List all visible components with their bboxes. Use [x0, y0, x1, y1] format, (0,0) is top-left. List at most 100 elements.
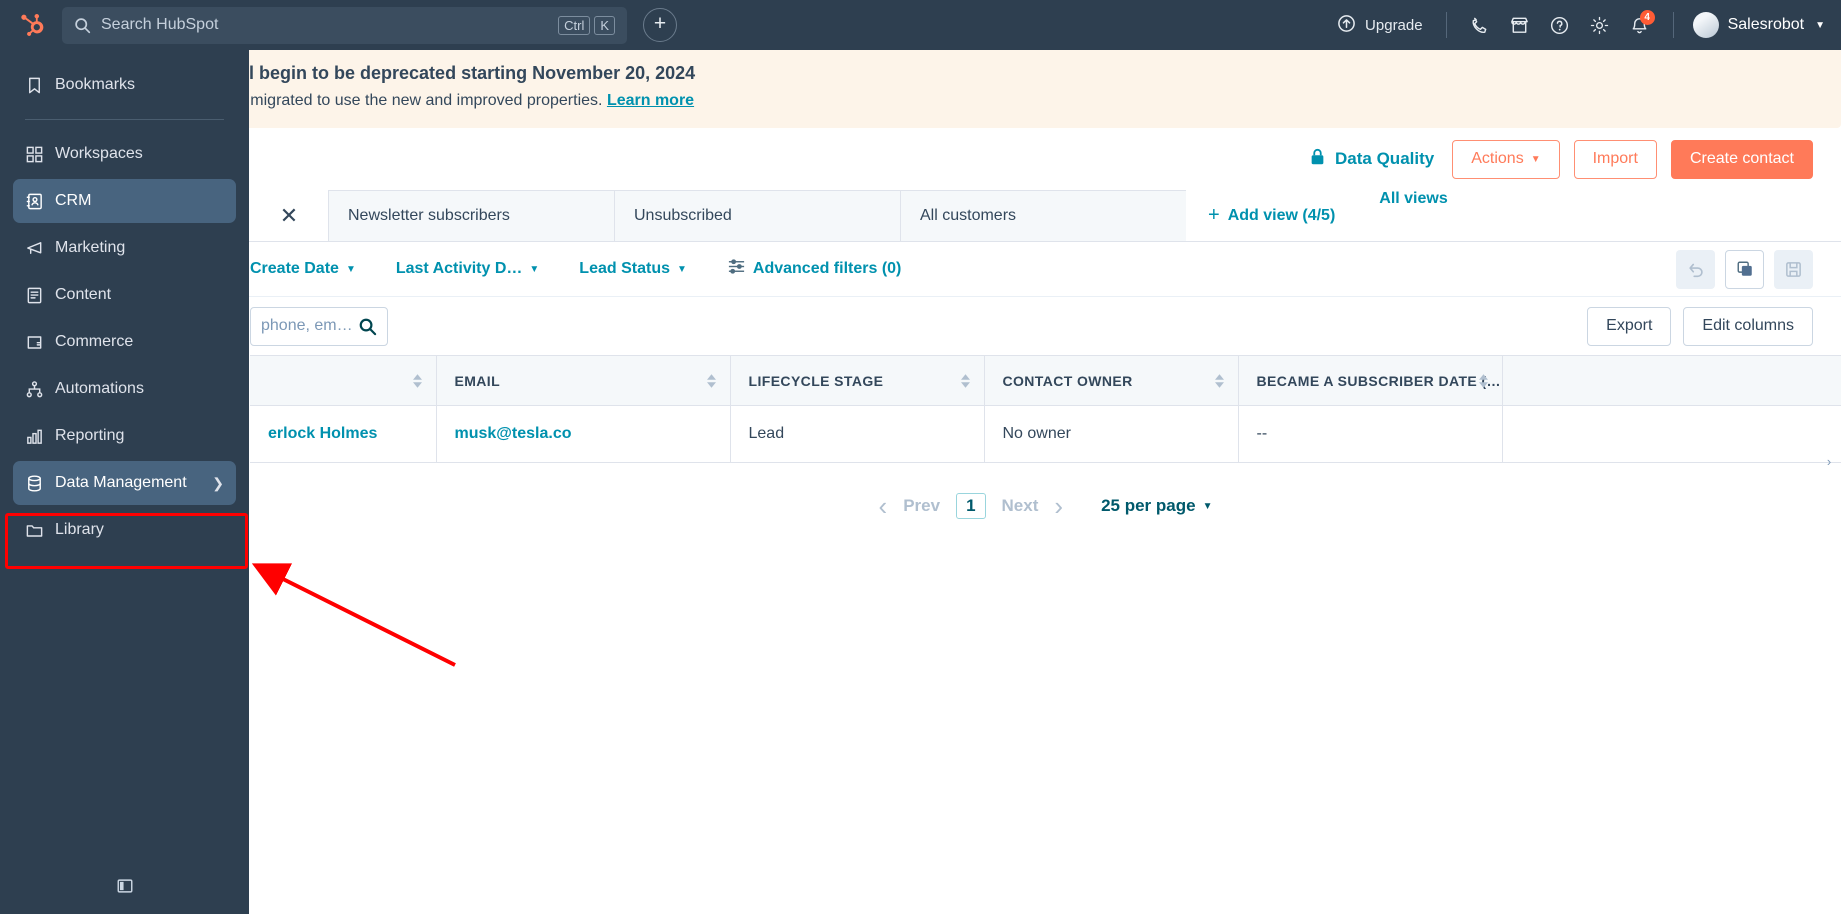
column-header-became-a-subscriber-date[interactable]: BECAME A SUBSCRIBER DATE (… [1238, 355, 1503, 406]
import-button[interactable]: Import [1573, 139, 1657, 179]
panel-toggle-icon[interactable] [116, 877, 134, 900]
export-button[interactable]: Export [1587, 306, 1672, 346]
deprecation-banner: properties will begin to be deprecated s… [110, 47, 1841, 128]
tab-all-customers[interactable]: All customers [900, 190, 1186, 241]
marketplace-icon[interactable] [1500, 5, 1540, 45]
table-search-input[interactable] [261, 317, 358, 335]
tab-newsletter-subscribers[interactable]: Newsletter subscribers [328, 190, 614, 241]
sort-icon[interactable] [1478, 373, 1488, 388]
add-view-button[interactable]: + Add view (4/5) [1208, 190, 1335, 241]
notification-count-badge: 4 [1639, 10, 1655, 25]
global-search-input[interactable] [101, 16, 551, 34]
phone-icon[interactable] [1460, 5, 1500, 45]
tab-label: Unsubscribed [634, 207, 732, 224]
table-search-box[interactable] [250, 306, 388, 346]
sidebar-item-library[interactable]: Library [13, 508, 236, 552]
cell-became-subscriber-date: -- [1238, 405, 1503, 463]
sidebar-item-content[interactable]: Content [13, 273, 236, 317]
sort-icon[interactable] [412, 373, 422, 388]
sort-icon[interactable] [960, 373, 970, 388]
sliders-icon [727, 257, 746, 281]
filter-create-date[interactable]: Create Date ▼ [250, 260, 356, 278]
sort-icon[interactable] [1214, 373, 1224, 388]
cell-lifecycle-stage: Lead [730, 405, 985, 463]
next-page-button[interactable]: Next [1002, 496, 1039, 516]
sidebar-item-commerce[interactable]: Commerce [13, 320, 236, 364]
prev-page-button[interactable]: Prev [903, 496, 940, 516]
sidebar-item-data-management[interactable]: Data Management ❯ [13, 461, 236, 505]
filter-label: Lead Status [579, 260, 670, 277]
tab-unsubscribed[interactable]: Unsubscribed [614, 190, 900, 241]
create-contact-button[interactable]: Create contact [1670, 139, 1813, 179]
column-header-lifecycle-stage[interactable]: LIFECYCLE STAGE [730, 355, 985, 406]
megaphone-icon [25, 239, 55, 258]
sidebar-item-bookmarks[interactable]: Bookmarks [13, 63, 236, 107]
global-search-box[interactable]: Ctrl K [62, 6, 627, 44]
table-horizontal-scroll-hint[interactable]: › [1817, 454, 1841, 469]
user-account-menu[interactable]: Salesrobot ▼ [1687, 12, 1825, 38]
filter-last-activity-date[interactable]: Last Activity D… ▼ [396, 260, 539, 278]
per-page-dropdown[interactable]: 25 per page ▼ [1101, 496, 1212, 516]
cell-contact-owner: No owner [984, 405, 1239, 463]
table-toolbar-right: Export Edit columns [1587, 306, 1841, 346]
banner-body: will be gradually migrated to use the ne… [132, 89, 1819, 113]
quick-create-button[interactable]: + [643, 8, 677, 42]
top-nav-right-group: Upgrade 4 Salesrobot ▼ [1327, 0, 1841, 50]
upgrade-button[interactable]: Upgrade [1327, 14, 1433, 37]
data-quality-label: Data Quality [1335, 149, 1435, 168]
cell-contact-name[interactable]: erlock Holmes [250, 405, 437, 463]
prev-page-arrow-icon[interactable]: ‹ [879, 493, 888, 519]
close-view-button[interactable]: ✕ [250, 190, 328, 241]
page-action-bar: Data Quality Actions ▼ Import Create con… [0, 128, 1841, 190]
left-sidebar: Bookmarks Workspaces CRM Marketing Conte… [0, 50, 249, 914]
sidebar-item-marketing[interactable]: Marketing [13, 226, 236, 270]
notifications-bell-icon[interactable]: 4 [1620, 5, 1660, 45]
column-header-contact-owner[interactable]: CONTACT OWNER [984, 355, 1239, 406]
edit-columns-label: Edit columns [1702, 317, 1794, 334]
document-icon [25, 286, 55, 305]
hubspot-sprocket-logo-icon[interactable] [0, 12, 62, 39]
banner-learn-more-link[interactable]: Learn more [607, 92, 694, 109]
workflow-icon [25, 380, 55, 399]
shortcut-modifier-key: Ctrl [558, 15, 591, 35]
filter-lead-status[interactable]: Lead Status ▼ [579, 260, 687, 278]
upgrade-label: Upgrade [1365, 16, 1423, 34]
data-quality-button[interactable]: Data Quality [1309, 148, 1434, 171]
help-icon[interactable] [1540, 5, 1580, 45]
save-view-icon[interactable] [1774, 249, 1813, 289]
advanced-filters-button[interactable]: Advanced filters (0) [727, 257, 901, 281]
filter-label: Last Activity D… [395, 260, 523, 277]
settings-gear-icon[interactable] [1580, 5, 1620, 45]
contacts-card-icon [25, 192, 55, 211]
plus-icon: + [653, 12, 667, 35]
column-header-email[interactable]: EMAIL [436, 355, 731, 406]
create-contact-label: Create contact [1689, 150, 1794, 167]
sidebar-item-workspaces[interactable]: Workspaces [13, 132, 236, 176]
undo-icon[interactable] [1676, 249, 1715, 289]
sidebar-item-reporting[interactable]: Reporting [13, 414, 236, 458]
chevron-down-icon: ▼ [345, 263, 356, 275]
chevron-down-icon: ▼ [1815, 19, 1825, 31]
folder-icon [25, 521, 55, 540]
nav-divider-2 [1672, 12, 1674, 38]
sidebar-item-label: Workspaces [55, 145, 143, 162]
edit-columns-button[interactable]: Edit columns [1683, 306, 1813, 346]
sidebar-item-crm[interactable]: CRM [13, 179, 236, 223]
column-header-name[interactable] [250, 355, 437, 406]
sort-icon[interactable] [706, 373, 716, 388]
sidebar-item-automations[interactable]: Automations [13, 367, 236, 411]
sidebar-item-label: Reporting [55, 427, 125, 444]
tab-label: All customers [920, 207, 1017, 224]
bar-chart-icon [25, 427, 55, 446]
sidebar-item-label: Content [55, 286, 112, 303]
add-view-label: Add view (4/5) [1227, 206, 1336, 224]
sidebar-item-label: Library [55, 521, 104, 538]
cell-email[interactable]: musk@tesla.co [436, 405, 731, 463]
copy-views-icon[interactable] [1725, 249, 1764, 289]
page-number-1[interactable]: 1 [956, 493, 986, 519]
table-row[interactable]: erlock Holmes musk@tesla.co Lead No owne… [250, 405, 1841, 463]
actions-dropdown-button[interactable]: Actions ▼ [1452, 139, 1560, 179]
next-page-arrow-icon[interactable]: › [1054, 493, 1063, 519]
avatar [1692, 12, 1719, 38]
all-views-button[interactable]: All views [1379, 190, 1447, 241]
